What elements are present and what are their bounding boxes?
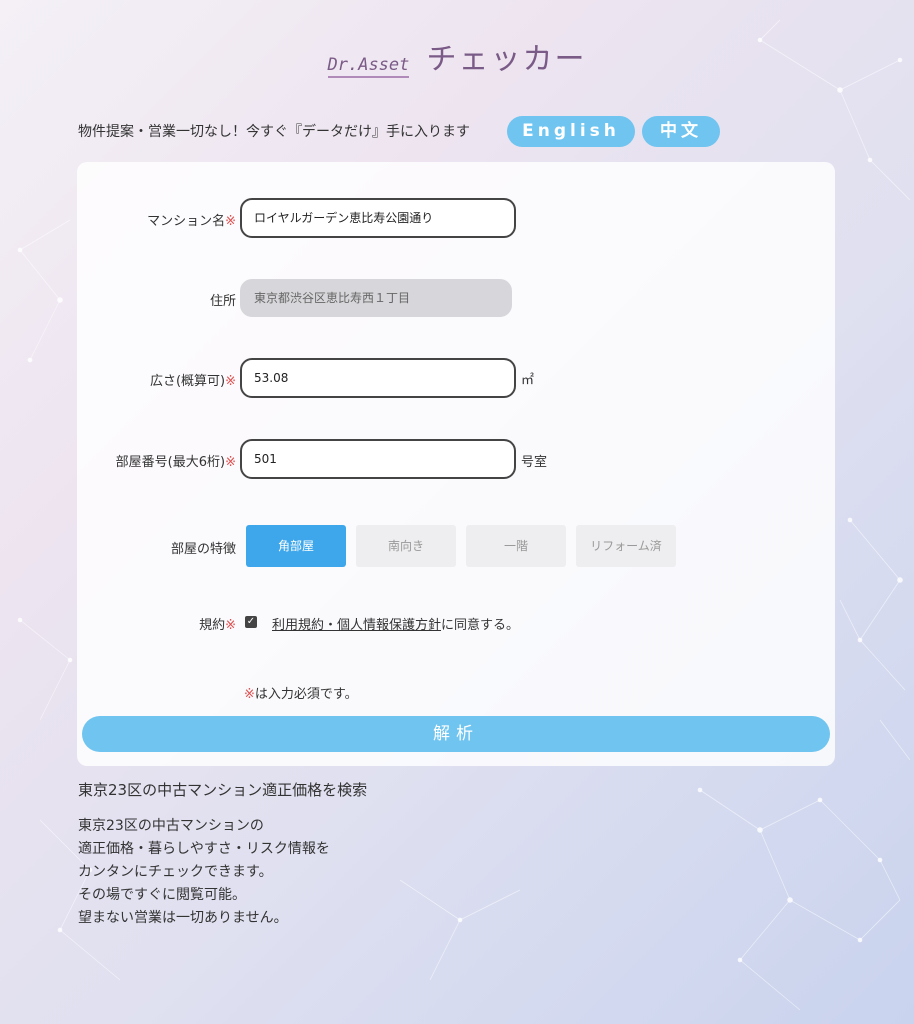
footer-description: 東京23区の中古マンションの 適正価格・暮らしやすさ・リスク情報を カンタンにチ… bbox=[78, 815, 330, 930]
feature-renovated-button[interactable]: リフォーム済 bbox=[576, 525, 676, 567]
terms-checkbox[interactable]: ✓ bbox=[245, 616, 257, 628]
description-line: 望まない営業は一切ありません。 bbox=[78, 910, 288, 926]
address-field: 東京都渋谷区恵比寿西１丁目 bbox=[240, 279, 512, 317]
logo-title: チェッカー bbox=[426, 42, 587, 77]
site-logo[interactable]: Dr.Asset チェッカー bbox=[0, 34, 914, 78]
room-number-unit: 号室 bbox=[521, 455, 548, 470]
required-mark: ※ bbox=[225, 374, 236, 389]
terms-consent-text: 利用規約・個人情報保護方針に同意する。 bbox=[272, 618, 520, 633]
description-line: 適正価格・暮らしやすさ・リスク情報を bbox=[78, 841, 330, 857]
description-line: カンタンにチェックできます。 bbox=[78, 864, 273, 880]
area-label: 広さ(概算可)※ bbox=[149, 374, 236, 389]
area-unit: ㎡ bbox=[521, 373, 535, 388]
required-mark: ※ bbox=[225, 455, 236, 470]
logo-brand: Dr.Asset bbox=[327, 55, 410, 78]
mansion-name-label: マンション名※ bbox=[147, 214, 236, 229]
feature-corner-room-button[interactable]: 角部屋 bbox=[246, 525, 346, 567]
footer-heading: 東京23区の中古マンション適正価格を検索 bbox=[78, 781, 368, 799]
required-mark: ※ bbox=[225, 214, 236, 229]
analyze-button[interactable]: 解析 bbox=[82, 716, 830, 752]
required-note: ※は入力必須です。 bbox=[244, 687, 358, 702]
area-input[interactable]: 53.08 bbox=[240, 358, 516, 398]
room-number-input[interactable]: 501 bbox=[240, 439, 516, 479]
feature-first-floor-button[interactable]: 一階 bbox=[466, 525, 566, 567]
features-label: 部屋の特徴 bbox=[170, 542, 236, 557]
description-line: その場ですぐに閲覧可能。 bbox=[78, 887, 246, 903]
mansion-name-input[interactable]: ロイヤルガーデン恵比寿公園通り bbox=[240, 198, 516, 238]
description-line: 東京23区の中古マンションの bbox=[78, 818, 264, 834]
language-chinese-button[interactable]: 中文 bbox=[642, 116, 720, 147]
feature-south-facing-button[interactable]: 南向き bbox=[356, 525, 456, 567]
language-english-button[interactable]: English bbox=[507, 116, 635, 147]
terms-label: 規約※ bbox=[199, 618, 236, 633]
tagline: 物件提案・営業一切なし！今すぐ『データだけ』手に入ります bbox=[78, 124, 470, 140]
address-label: 住所 bbox=[209, 294, 236, 309]
terms-link[interactable]: 利用規約・個人情報保護方針 bbox=[272, 618, 441, 633]
room-number-label: 部屋番号(最大6桁)※ bbox=[115, 455, 236, 470]
required-mark: ※ bbox=[225, 618, 236, 633]
